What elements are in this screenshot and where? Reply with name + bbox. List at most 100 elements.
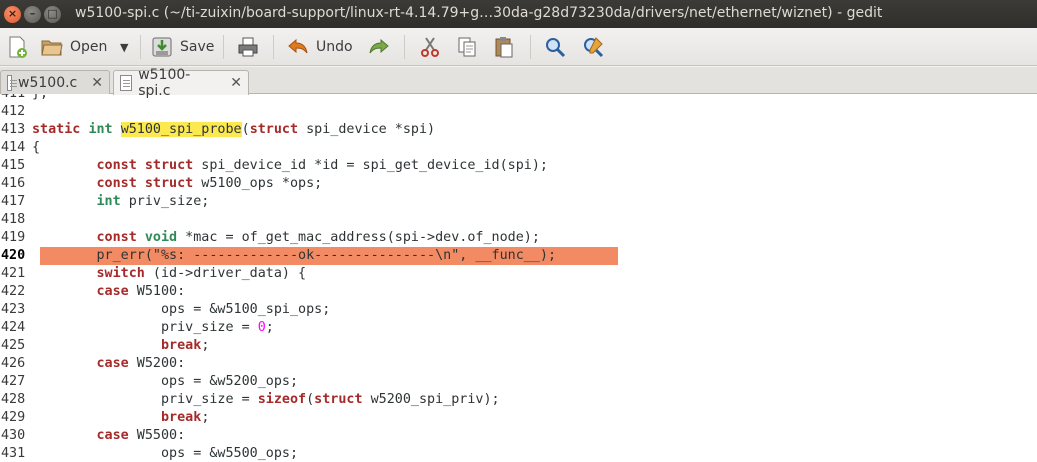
line-number: 424 [1, 320, 26, 335]
code-text: int priv_size; [96, 194, 210, 209]
folder-open-icon [40, 35, 64, 59]
code-text: break; [161, 338, 210, 353]
clipboard-paste-icon [492, 35, 516, 59]
new-document-icon [5, 35, 29, 59]
find-replace-icon [581, 35, 605, 59]
new-document-button[interactable] [5, 34, 29, 60]
line-number: 416 [1, 176, 26, 191]
tab-w5100-c[interactable]: w5100.c ✕ [0, 70, 110, 95]
title-bar: × – □ w5100-spi.c (~/ti-zuixin/board-sup… [0, 0, 1037, 28]
code-text: }; [32, 94, 48, 103]
code-line[interactable]: 428 priv_size = sizeof(struct w5200_spi_… [0, 391, 1037, 409]
code-text: break; [161, 410, 210, 425]
toolbar-separator [404, 35, 405, 59]
document-tabs: w5100.c ✕ w5100-spi.c ✕ [0, 67, 1037, 99]
find-button[interactable] [543, 34, 567, 60]
code-line[interactable]: 423 ops = &w5100_spi_ops; [0, 301, 1037, 319]
code-line[interactable]: 427 ops = &w5200_ops; [0, 373, 1037, 391]
line-number: 425 [1, 338, 26, 353]
code-line[interactable]: 425 break; [0, 337, 1037, 355]
cut-button[interactable] [418, 34, 442, 60]
code-line[interactable]: 416 const struct w5100_ops *ops; [0, 175, 1037, 193]
close-tab-icon[interactable]: ✕ [91, 75, 103, 91]
line-number: 413 [1, 122, 26, 137]
code-text: pr_err("%s: -------------ok-------------… [32, 248, 557, 263]
line-number: 422 [1, 284, 26, 299]
search-icon [543, 35, 567, 59]
redo-button[interactable] [367, 34, 391, 60]
copy-icon [455, 35, 479, 59]
code-line[interactable]: 414 { [0, 139, 1037, 157]
code-line[interactable]: 430 case W5500: [0, 427, 1037, 445]
line-number: 429 [1, 410, 26, 425]
code-line[interactable]: 418 [0, 211, 1037, 229]
code-line[interactable]: 415 const struct spi_device_id *id = spi… [0, 157, 1037, 175]
code-text: const struct spi_device_id *id = spi_get… [96, 158, 548, 173]
code-text: const void *mac = of_get_mac_address(spi… [96, 230, 540, 245]
code-line[interactable]: 422 case W5100: [0, 283, 1037, 301]
save-icon [150, 35, 174, 59]
code-line[interactable]: 431 ops = &w5500_ops; [0, 445, 1037, 462]
line-number: 419 [1, 230, 26, 245]
code-line[interactable]: 419 const void *mac = of_get_mac_address… [0, 229, 1037, 247]
tab-w5100-spi-c[interactable]: w5100-spi.c ✕ [113, 67, 249, 99]
save-button[interactable]: Save [150, 34, 214, 60]
code-text: const struct w5100_ops *ops; [96, 176, 323, 191]
window-title: w5100-spi.c (~/ti-zuixin/board-support/l… [75, 5, 883, 21]
text-file-icon [7, 75, 18, 91]
code-line[interactable]: 413 static int w5100_spi_probe(struct spi… [0, 121, 1037, 139]
close-tab-icon[interactable]: ✕ [230, 75, 242, 91]
save-label: Save [180, 39, 215, 55]
toolbar-separator [273, 35, 274, 59]
line-number: 412 [1, 104, 26, 119]
open-label: Open [70, 39, 108, 55]
code-text: case W5100: [96, 284, 186, 299]
chevron-down-icon: ▼ [120, 40, 129, 54]
code-editor[interactable]: 411}; 412 413 static int w5100_spi_probe(st… [0, 94, 1037, 462]
undo-arrow-icon [286, 35, 310, 59]
print-button[interactable] [236, 34, 260, 60]
redo-arrow-icon [367, 35, 391, 59]
undo-label: Undo [316, 39, 353, 55]
find-replace-button[interactable] [581, 34, 605, 60]
code-line[interactable]: 417 int priv_size; [0, 193, 1037, 211]
minimize-window-button[interactable]: – [24, 6, 41, 23]
close-window-button[interactable]: × [4, 6, 21, 23]
maximize-window-button[interactable]: □ [44, 6, 61, 23]
printer-icon [236, 35, 260, 59]
tab-label: w5100.c [18, 75, 78, 91]
line-number: 418 [1, 212, 26, 227]
line-number: 428 [1, 392, 26, 407]
toolbar: Open ▼ Save Undo [0, 28, 1037, 66]
tab-label: w5100-spi.c [138, 67, 191, 99]
code-line[interactable]: 426 case W5200: [0, 355, 1037, 373]
line-number: 423 [1, 302, 26, 317]
line-number: 417 [1, 194, 26, 209]
code-line[interactable]: 424 priv_size = 0; [0, 319, 1037, 337]
toolbar-separator [530, 35, 531, 59]
code-text: priv_size = 0; [32, 320, 274, 335]
paste-button[interactable] [492, 34, 516, 60]
open-button[interactable]: Open [40, 34, 107, 60]
toolbar-separator [140, 35, 141, 59]
code-text: case W5200: [96, 356, 186, 371]
code-text: priv_size = sizeof(struct w5200_spi_priv… [32, 392, 500, 407]
line-number: 421 [1, 266, 26, 281]
line-number: 415 [1, 158, 26, 173]
line-number: 427 [1, 374, 26, 389]
scissors-icon [418, 35, 442, 59]
text-file-icon [120, 75, 133, 91]
copy-button[interactable] [455, 34, 479, 60]
code-line[interactable]: 420 pr_err("%s: -------------ok---------… [0, 247, 1037, 265]
undo-button[interactable]: Undo [286, 34, 353, 60]
code-line[interactable]: 421 switch (id->driver_data) { [0, 265, 1037, 283]
code-text: case W5500: [96, 428, 186, 443]
code-text: { [32, 140, 41, 155]
code-line[interactable]: 412 [0, 103, 1037, 121]
code-text: ops = &w5200_ops; [32, 374, 299, 389]
line-number: 411 [1, 94, 31, 103]
open-recent-dropdown[interactable]: ▼ [120, 34, 128, 60]
code-line[interactable]: 429 break; [0, 409, 1037, 427]
line-number: 431 [1, 446, 26, 461]
code-text: switch (id->driver_data) { [96, 266, 307, 281]
